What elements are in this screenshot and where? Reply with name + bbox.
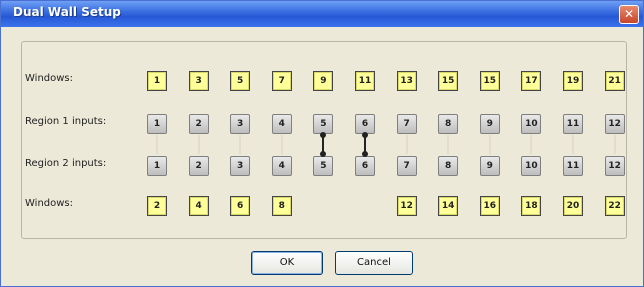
cancel-button[interactable]: Cancel	[335, 251, 413, 275]
region2-input-4[interactable]: 4	[271, 156, 292, 176]
window-cell-bottom-22[interactable]: 22	[604, 196, 625, 216]
region2-input-5[interactable]: 5	[313, 156, 334, 176]
region1-input-5[interactable]: 5	[313, 114, 334, 134]
region2-input-10[interactable]: 10	[521, 156, 542, 176]
region-link-10[interactable]	[530, 135, 533, 154]
window-cell-top-5[interactable]: 5	[230, 71, 251, 91]
region2-input-11[interactable]: 11	[563, 156, 583, 176]
window-cell-top-3[interactable]: 3	[188, 71, 209, 91]
window-cell-bottom-12[interactable]: 12	[396, 196, 417, 216]
region1-input-6[interactable]: 6	[355, 114, 375, 134]
region2-input-3[interactable]: 3	[230, 156, 251, 176]
window-cell-bottom-8[interactable]: 8	[271, 196, 292, 216]
region-link-7[interactable]	[405, 135, 408, 154]
region1-inputs-label: Region 1 inputs:	[25, 116, 107, 127]
window-cell-top-11[interactable]: 11	[355, 71, 375, 91]
window-cell-top-15[interactable]: 15	[479, 71, 500, 91]
window-cell-bottom-20[interactable]: 20	[563, 196, 583, 216]
region1-input-9[interactable]: 9	[479, 114, 500, 134]
window-cell-bottom-16[interactable]: 16	[479, 196, 500, 216]
region-link-4[interactable]	[280, 135, 283, 154]
ok-button[interactable]: OK	[251, 251, 323, 275]
region1-input-2[interactable]: 2	[188, 114, 209, 134]
close-icon[interactable]: ✕	[619, 5, 639, 24]
region1-input-3[interactable]: 3	[230, 114, 251, 134]
region2-input-1[interactable]: 1	[147, 156, 167, 176]
region1-input-10[interactable]: 10	[521, 114, 542, 134]
region-link-12[interactable]	[613, 135, 616, 154]
region2-input-2[interactable]: 2	[188, 156, 209, 176]
region2-input-9[interactable]: 9	[479, 156, 500, 176]
region2-input-8[interactable]: 8	[438, 156, 459, 176]
region2-input-7[interactable]: 7	[396, 156, 417, 176]
window-cell-bottom-4[interactable]: 4	[188, 196, 209, 216]
region1-input-1[interactable]: 1	[147, 114, 167, 134]
region1-input-7[interactable]: 7	[396, 114, 417, 134]
region1-input-12[interactable]: 12	[604, 114, 625, 134]
region1-input-4[interactable]: 4	[271, 114, 292, 134]
window-cell-top-15[interactable]: 15	[438, 71, 459, 91]
region-link-3[interactable]	[239, 135, 242, 154]
region-link-9[interactable]	[488, 135, 491, 154]
region-link-2[interactable]	[197, 135, 200, 154]
region-link-8[interactable]	[447, 135, 450, 154]
title-bar[interactable]: Dual Wall Setup ✕	[1, 1, 643, 27]
region-link-5[interactable]	[320, 132, 327, 157]
dual-wall-setup-dialog: Dual Wall Setup ✕ Windows: Region 1 inpu…	[0, 0, 644, 287]
top-windows-label: Windows:	[25, 73, 74, 84]
region-link-11[interactable]	[572, 135, 574, 154]
region-link-1[interactable]	[156, 135, 158, 154]
window-cell-top-9[interactable]: 9	[313, 71, 334, 91]
window-cell-top-1[interactable]: 1	[147, 71, 167, 91]
window-cell-bottom-18[interactable]: 18	[521, 196, 542, 216]
window-cell-top-21[interactable]: 21	[604, 71, 625, 91]
region2-input-6[interactable]: 6	[355, 156, 375, 176]
region1-input-11[interactable]: 11	[563, 114, 583, 134]
window-cell-bottom-6[interactable]: 6	[230, 196, 251, 216]
region2-inputs-label: Region 2 inputs:	[25, 158, 107, 169]
window-cell-bottom-2[interactable]: 2	[147, 196, 167, 216]
window-cell-bottom-14[interactable]: 14	[438, 196, 459, 216]
region2-input-12[interactable]: 12	[604, 156, 625, 176]
region-link-6[interactable]	[362, 132, 368, 157]
bottom-windows-label: Windows:	[25, 198, 74, 209]
window-cell-top-13[interactable]: 13	[396, 71, 417, 91]
dialog-title: Dual Wall Setup	[13, 5, 121, 19]
window-cell-top-17[interactable]: 17	[521, 71, 542, 91]
window-cell-top-19[interactable]: 19	[563, 71, 583, 91]
window-cell-top-7[interactable]: 7	[271, 71, 292, 91]
region1-input-8[interactable]: 8	[438, 114, 459, 134]
